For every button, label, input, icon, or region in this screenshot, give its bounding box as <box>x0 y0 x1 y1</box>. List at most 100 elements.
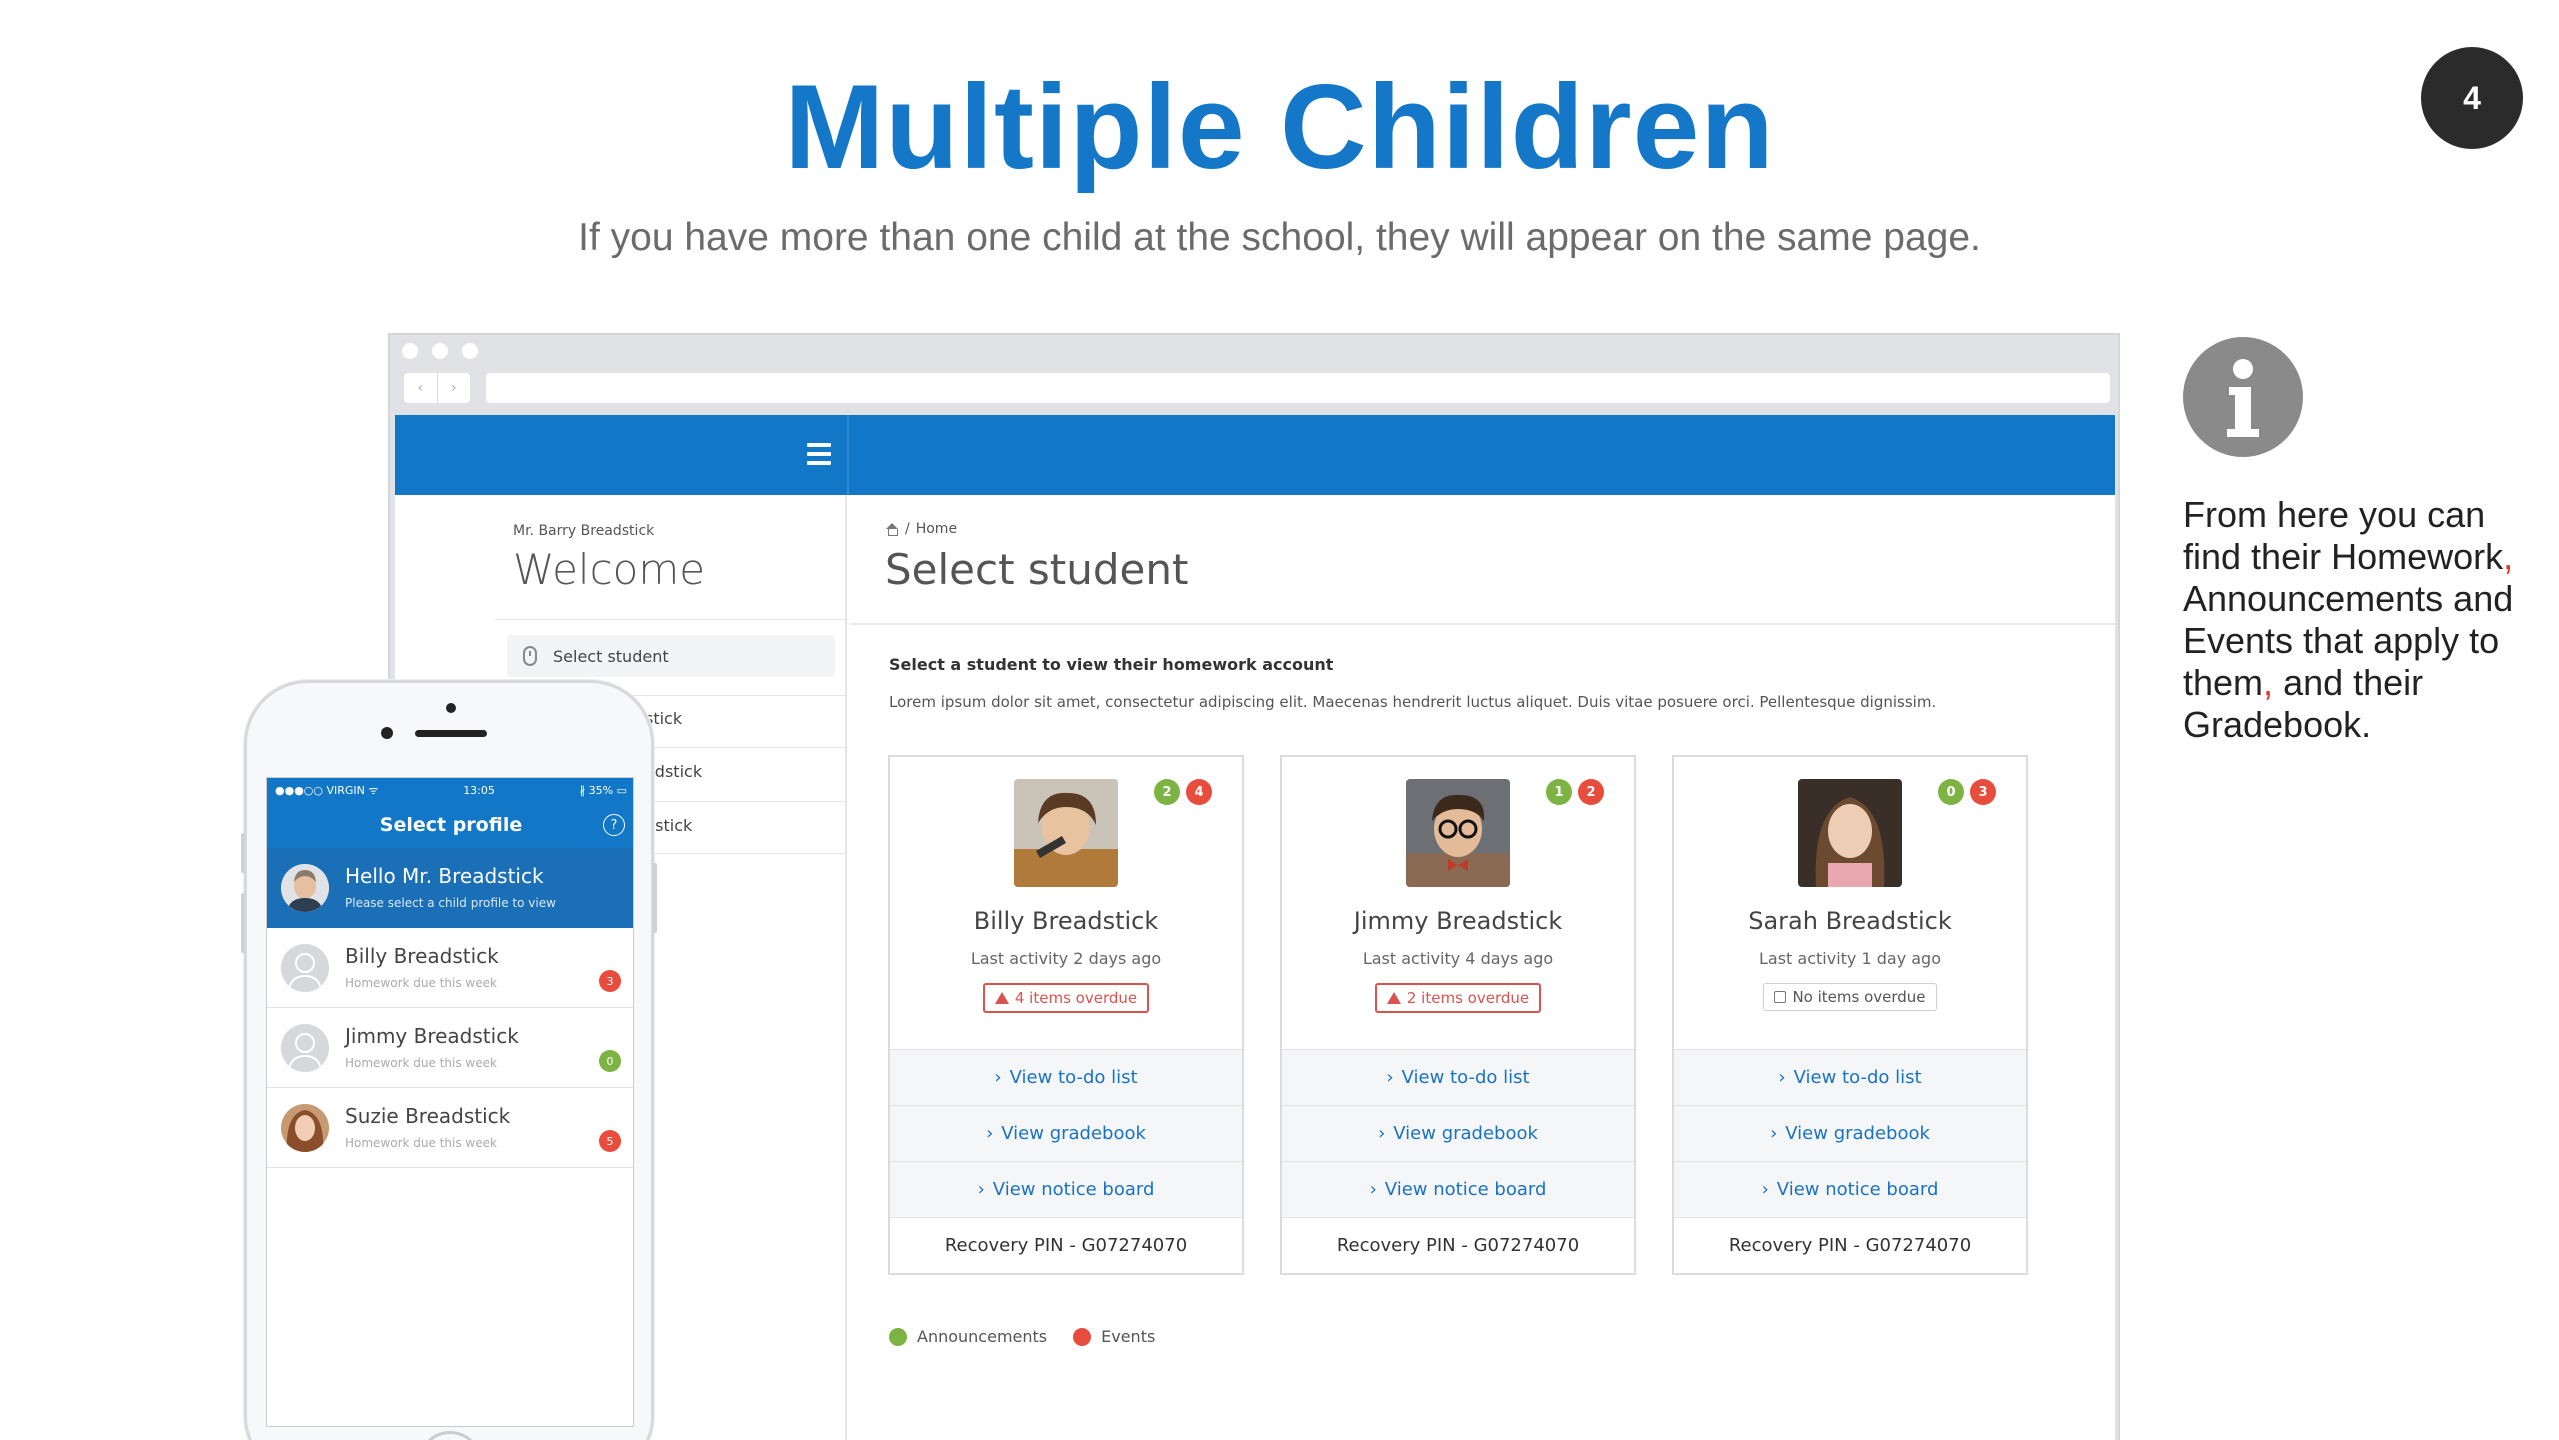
sidebar-item-select-student[interactable]: Select student <box>507 635 835 677</box>
profile-name: Jimmy Breadstick <box>345 1024 519 1048</box>
page-title: Select student <box>885 545 1189 594</box>
chevron-right-icon: › <box>1778 1067 1786 1088</box>
homework-count-badge: 0 <box>599 1050 621 1072</box>
announcements-count-badge: 1 <box>1546 779 1572 805</box>
chevron-right-icon: › <box>1386 1067 1394 1088</box>
description-text: Lorem ipsum dolor sit amet, consectetur … <box>889 693 1937 711</box>
avatar <box>281 944 329 992</box>
thumbs-up-icon <box>1774 991 1787 1003</box>
notification-badges: 1 2 <box>1546 779 1604 805</box>
view-todo-link[interactable]: › View to-do list <box>1674 1049 2026 1105</box>
instruction-text: Select a student to view their homework … <box>889 655 1334 674</box>
last-activity: Last activity 1 day ago <box>1758 949 1941 968</box>
slide-subtitle: If you have more than one child at the s… <box>578 216 1981 259</box>
overdue-label: 4 items overdue <box>1014 989 1138 1007</box>
status-carrier: ●●●○○ VIRGIN ᯤ <box>275 783 379 797</box>
chevron-right-icon: › <box>986 1123 994 1144</box>
window-dot[interactable] <box>402 343 418 359</box>
phone-status-bar: ●●●○○ VIRGIN ᯤ 13:05 ∦ 35% ▭ <box>267 778 633 802</box>
chevron-right-icon: › <box>977 1179 985 1200</box>
profile-subtitle: Homework due this week <box>345 976 497 990</box>
app-header-title: Select profile <box>379 814 523 836</box>
view-gradebook-link[interactable]: › View gradebook <box>1674 1105 2026 1161</box>
navbar-divider <box>847 415 849 495</box>
breadcrumb: / Home <box>885 521 957 537</box>
legend: Announcements Events <box>889 1327 1155 1346</box>
phone-power-button <box>653 863 657 933</box>
student-links: › View to-do list › View gradebook › View n… <box>1674 1049 2026 1217</box>
window-dot[interactable] <box>432 343 448 359</box>
avatar <box>281 1104 329 1152</box>
student-links: › View to-do list › View gradebook › View n… <box>890 1049 1242 1217</box>
child-profile-row[interactable]: Jimmy Breadstick Homework due this week … <box>267 1008 633 1088</box>
notification-badges: 2 4 <box>1154 779 1212 805</box>
status-time: 13:05 <box>463 783 495 797</box>
back-button[interactable]: ‹ <box>404 373 437 403</box>
info-comma: , <box>2263 662 2274 703</box>
hello-title: Hello Mr. Breadstick <box>345 864 544 888</box>
link-label: View to-do list <box>1009 1067 1138 1088</box>
view-notice-board-link[interactable]: › View notice board <box>890 1161 1242 1217</box>
link-label: View gradebook <box>1785 1123 1930 1144</box>
student-card: 2 4 Billy Breadstick Last activity 2 day… <box>888 755 1244 1275</box>
chevron-right-icon: › <box>1770 1123 1778 1144</box>
window-dot[interactable] <box>462 343 478 359</box>
sidebar-welcome-heading: Welcome <box>513 545 706 594</box>
student-photo <box>1014 779 1118 887</box>
status-battery: ∦ 35% ▭ <box>579 783 627 797</box>
link-label: View to-do list <box>1401 1067 1530 1088</box>
events-count-badge: 3 <box>1970 779 1996 805</box>
top-navbar <box>395 415 2115 495</box>
avatar <box>281 864 329 912</box>
child-profile-row[interactable]: Billy Breadstick Homework due this week … <box>267 928 633 1008</box>
child-profile-row[interactable]: Suzie Breadstick Homework due this week … <box>267 1088 633 1168</box>
view-todo-link[interactable]: › View to-do list <box>1282 1049 1634 1105</box>
overdue-status-badge: 4 items overdue <box>982 983 1150 1013</box>
view-gradebook-link[interactable]: › View gradebook <box>1282 1105 1634 1161</box>
chevron-right-icon: › <box>1369 1179 1377 1200</box>
chevron-right-icon: › <box>1761 1179 1769 1200</box>
last-activity: Last activity 2 days ago <box>970 949 1162 968</box>
chevron-right-icon: › <box>994 1067 1002 1088</box>
phone-speaker <box>415 730 487 737</box>
student-card: 1 2 Jimmy Breadstick Last activity 4 day… <box>1280 755 1636 1275</box>
view-notice-board-link[interactable]: › View notice board <box>1674 1161 2026 1217</box>
red-dot-icon <box>1073 1327 1092 1346</box>
link-label: View to-do list <box>1793 1067 1922 1088</box>
address-bar[interactable] <box>486 373 2110 403</box>
phone-camera <box>381 727 393 739</box>
legend-announcements: Announcements <box>889 1327 1047 1346</box>
forward-button[interactable]: › <box>436 373 471 403</box>
warning-icon <box>994 992 1009 1004</box>
view-gradebook-link[interactable]: › View gradebook <box>890 1105 1242 1161</box>
student-name: Sarah Breadstick <box>1748 907 1952 935</box>
student-photo <box>1406 779 1510 887</box>
legend-events: Events <box>1073 1327 1155 1346</box>
view-todo-link[interactable]: › View to-do list <box>890 1049 1242 1105</box>
overdue-status-badge: No items overdue <box>1763 983 1937 1011</box>
link-label: View gradebook <box>1393 1123 1538 1144</box>
warning-icon <box>1386 992 1401 1004</box>
info-comma: , <box>2503 536 2514 577</box>
hello-subtitle: Please select a child profile to view <box>345 896 556 910</box>
notification-badges: 0 3 <box>1938 779 1996 805</box>
breadcrumb-home[interactable]: Home <box>916 521 957 537</box>
help-icon[interactable]: ? <box>603 814 625 836</box>
phone-home-button[interactable] <box>418 1431 482 1440</box>
breadcrumb-separator: / <box>905 521 910 537</box>
profile-name: Billy Breadstick <box>345 944 499 968</box>
browser-nav-buttons: ‹ › <box>404 373 470 403</box>
slide-title: Multiple Children <box>784 60 1775 194</box>
view-notice-board-link[interactable]: › View notice board <box>1282 1161 1634 1217</box>
sidebar-user-name: Mr. Barry Breadstick <box>513 523 655 539</box>
home-icon[interactable] <box>885 523 899 536</box>
overdue-status-badge: 2 items overdue <box>1374 983 1542 1013</box>
student-links: › View to-do list › View gradebook › View n… <box>1282 1049 1634 1217</box>
last-activity: Last activity 4 days ago <box>1362 949 1554 968</box>
overdue-label: No items overdue <box>1792 988 1926 1006</box>
phone-sensor <box>446 703 456 713</box>
app-header: Select profile ? <box>267 802 633 848</box>
hamburger-menu-icon[interactable] <box>807 443 831 465</box>
phone-screen: ●●●○○ VIRGIN ᯤ 13:05 ∦ 35% ▭ Select prof… <box>266 777 634 1427</box>
recovery-pin: Recovery PIN - G07274070 <box>1282 1217 1634 1273</box>
